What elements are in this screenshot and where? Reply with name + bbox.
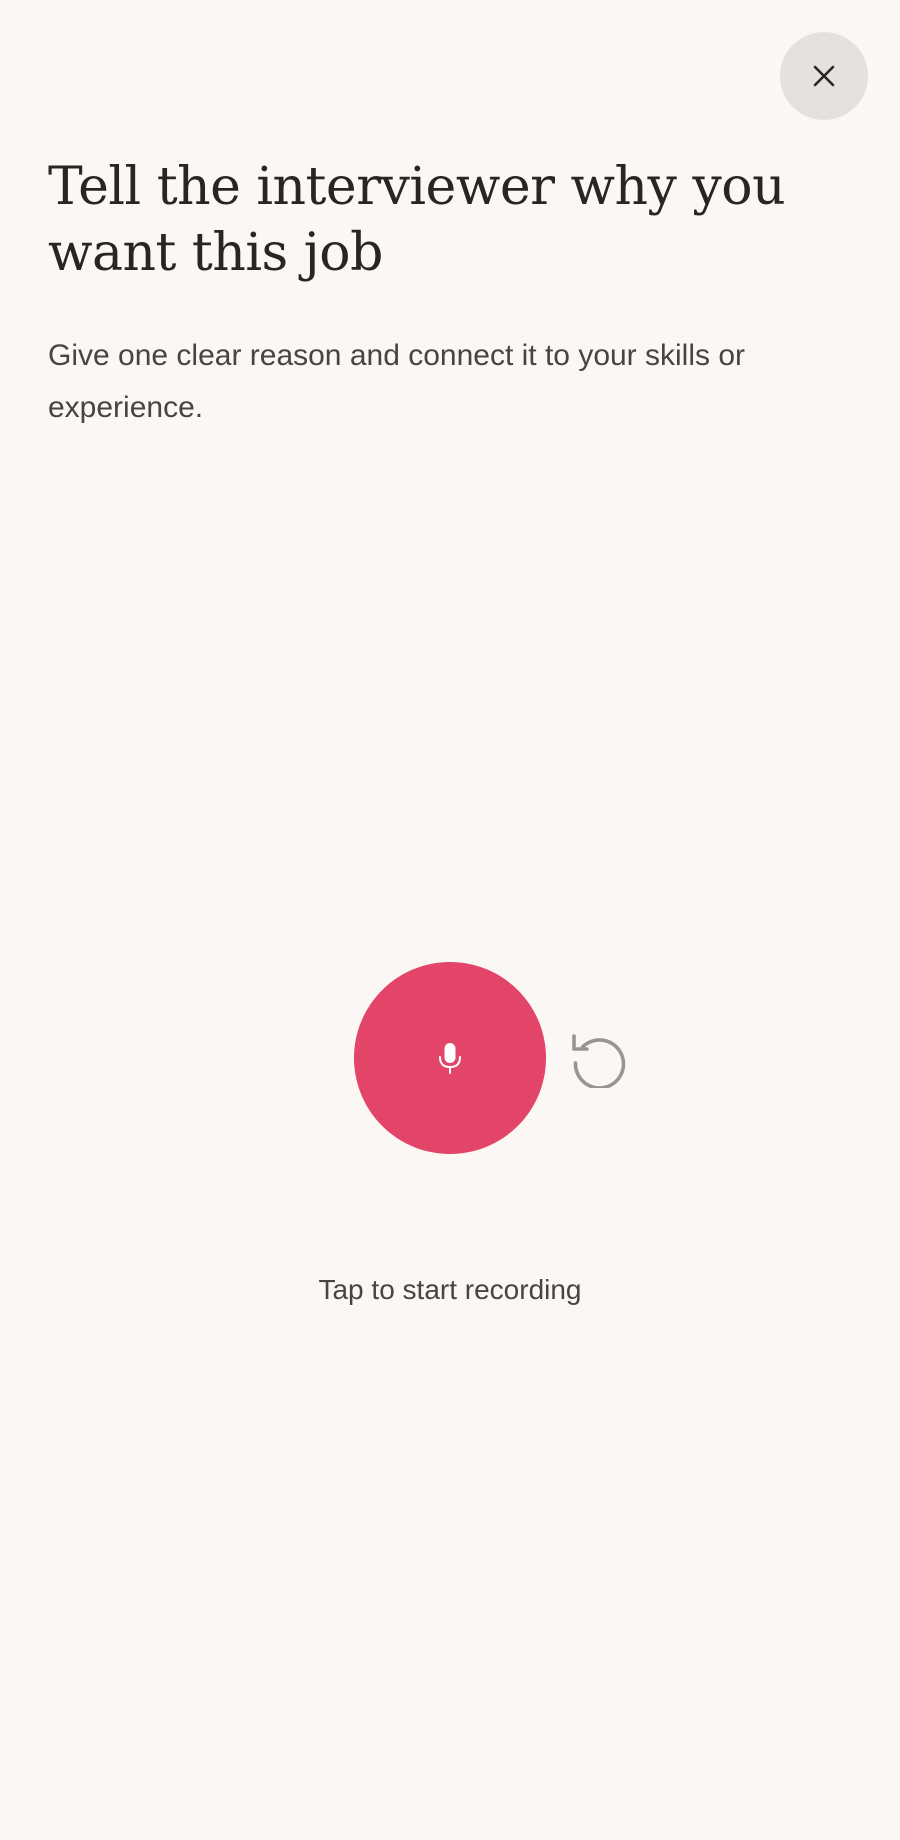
record-button[interactable] xyxy=(354,962,546,1154)
prompt-title: Tell the interviewer why you want this j… xyxy=(48,157,786,283)
close-button[interactable] xyxy=(780,32,868,120)
reset-button[interactable] xyxy=(570,1030,628,1088)
microphone-icon xyxy=(437,1041,463,1075)
prompt-subtitle: Give one clear reason and connect it to … xyxy=(48,339,746,424)
close-icon xyxy=(810,62,838,90)
reset-icon xyxy=(570,1030,628,1088)
recording-status-text: Tap to start recording xyxy=(318,1274,582,1305)
recording-controls xyxy=(0,962,900,1154)
prompt-section: Tell the interviewer why you want this j… xyxy=(48,154,828,434)
